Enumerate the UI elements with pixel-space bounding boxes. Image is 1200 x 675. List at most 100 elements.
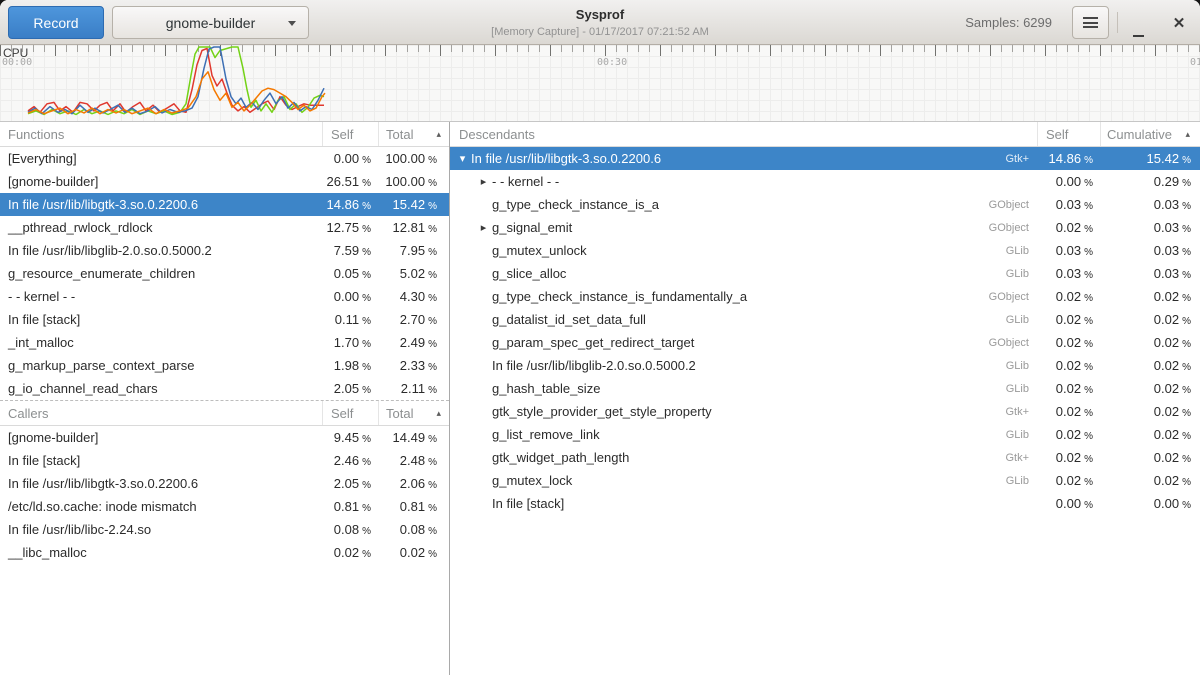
column-header-functions[interactable]: Functions xyxy=(0,122,322,146)
function-name: [Everything] xyxy=(0,151,322,166)
tree-row[interactable]: In file [stack]0.00%0.00% xyxy=(450,492,1200,515)
table-row[interactable]: __libc_malloc0.02%0.02% xyxy=(0,541,449,564)
column-header-self[interactable]: Self xyxy=(322,122,378,146)
table-row[interactable]: _int_malloc1.70%2.49% xyxy=(0,331,449,354)
target-select-button[interactable]: gnome-builder xyxy=(112,6,309,39)
minimize-button[interactable] xyxy=(1126,0,1150,45)
table-row[interactable]: - - kernel - -0.00%4.30% xyxy=(0,285,449,308)
self-percent: 14.86% xyxy=(1037,151,1100,166)
function-name: g_resource_enumerate_children xyxy=(0,266,322,281)
table-row[interactable]: In file /usr/lib/libgtk-3.so.0.2200.614.… xyxy=(0,193,449,216)
total-percent: 7.95% xyxy=(378,243,449,258)
table-row[interactable]: [gnome-builder]26.51%100.00% xyxy=(0,170,449,193)
library-category-label: GLib xyxy=(1006,475,1037,487)
tree-row[interactable]: In file /usr/lib/libglib-2.0.so.0.5000.2… xyxy=(450,354,1200,377)
column-header-total[interactable]: Total ▴ xyxy=(378,122,449,146)
tree-row[interactable]: gtk_widget_path_lengthGtk+0.02%0.02% xyxy=(450,446,1200,469)
tree-row[interactable]: gtk_style_provider_get_style_propertyGtk… xyxy=(450,400,1200,423)
table-row[interactable]: In file [stack]2.46%2.48% xyxy=(0,449,449,472)
self-percent: 0.02% xyxy=(1037,220,1100,235)
cumulative-percent: 0.29% xyxy=(1100,174,1200,189)
tree-row[interactable]: g_mutex_unlockGLib0.03%0.03% xyxy=(450,239,1200,262)
total-percent: 100.00% xyxy=(378,151,449,166)
time-axis-label: 00:00 xyxy=(2,57,32,68)
library-category-label: GLib xyxy=(1006,429,1037,441)
expand-icon[interactable]: ▸ xyxy=(475,221,492,234)
self-percent: 1.98% xyxy=(322,358,378,373)
table-row[interactable]: In file /usr/lib/libgtk-3.so.0.2200.62.0… xyxy=(0,472,449,495)
self-percent: 0.00% xyxy=(1037,496,1100,511)
close-button[interactable]: ✕ xyxy=(1164,0,1194,45)
cumulative-percent: 0.00% xyxy=(1100,496,1200,511)
tree-row[interactable]: g_type_check_instance_is_aGObject0.03%0.… xyxy=(450,193,1200,216)
cumulative-percent: 0.03% xyxy=(1100,243,1200,258)
library-category-label: GObject xyxy=(989,291,1037,303)
table-row[interactable]: g_io_channel_read_chars2.05%2.11% xyxy=(0,377,449,400)
table-row[interactable]: /etc/ld.so.cache: inode mismatch0.81%0.8… xyxy=(0,495,449,518)
cumulative-percent: 0.03% xyxy=(1100,197,1200,212)
menu-button[interactable] xyxy=(1072,6,1109,39)
total-percent: 2.11% xyxy=(378,381,449,396)
self-percent: 0.00% xyxy=(322,289,378,304)
tree-row[interactable]: g_list_remove_linkGLib0.02%0.02% xyxy=(450,423,1200,446)
table-row[interactable]: __pthread_rwlock_rdlock12.75%12.81% xyxy=(0,216,449,239)
record-button[interactable]: Record xyxy=(8,6,104,39)
tree-row[interactable]: g_mutex_lockGLib0.02%0.02% xyxy=(450,469,1200,492)
table-row[interactable]: g_resource_enumerate_children0.05%5.02% xyxy=(0,262,449,285)
self-percent: 0.02% xyxy=(1037,381,1100,396)
tree-row[interactable]: g_hash_table_sizeGLib0.02%0.02% xyxy=(450,377,1200,400)
library-category-label: GLib xyxy=(1006,360,1037,372)
cumulative-percent: 0.02% xyxy=(1100,404,1200,419)
library-category-label: Gtk+ xyxy=(1005,153,1037,165)
cumulative-percent: 0.02% xyxy=(1100,427,1200,442)
tree-row[interactable]: g_datalist_id_set_data_fullGLib0.02%0.02… xyxy=(450,308,1200,331)
window-title: Sysprof xyxy=(320,7,880,22)
cumulative-percent: 0.02% xyxy=(1100,312,1200,327)
library-category-label: GLib xyxy=(1006,268,1037,280)
caller-name: [gnome-builder] xyxy=(0,430,322,445)
cumulative-percent: 0.02% xyxy=(1100,358,1200,373)
self-percent: 0.03% xyxy=(1037,197,1100,212)
total-percent: 4.30% xyxy=(378,289,449,304)
descendant-name: g_mutex_unlock xyxy=(492,243,1006,258)
close-icon: ✕ xyxy=(1173,15,1186,32)
collapse-icon[interactable]: ▾ xyxy=(454,152,471,165)
descendants-tree: ▾In file /usr/lib/libgtk-3.so.0.2200.6Gt… xyxy=(450,147,1200,515)
column-header-descendants[interactable]: Descendants xyxy=(450,122,1037,146)
column-header-self[interactable]: Self xyxy=(322,401,378,425)
tree-row[interactable]: g_type_check_instance_is_fundamentally_a… xyxy=(450,285,1200,308)
cumulative-percent: 0.02% xyxy=(1100,450,1200,465)
tree-row[interactable]: ▸g_signal_emitGObject0.02%0.03% xyxy=(450,216,1200,239)
table-row[interactable]: [gnome-builder]9.45%14.49% xyxy=(0,426,449,449)
total-percent: 14.49% xyxy=(378,430,449,445)
self-percent: 0.00% xyxy=(322,151,378,166)
cumulative-percent: 15.42% xyxy=(1100,151,1200,166)
tree-row[interactable]: ▸- - kernel - -0.00%0.29% xyxy=(450,170,1200,193)
table-row[interactable]: In file /usr/lib/libc-2.24.so0.08%0.08% xyxy=(0,518,449,541)
column-header-self[interactable]: Self xyxy=(1037,122,1100,146)
column-header-total-label: Total xyxy=(386,406,413,421)
tree-row[interactable]: g_slice_allocGLib0.03%0.03% xyxy=(450,262,1200,285)
series-cpu-red xyxy=(28,48,324,112)
self-percent: 0.03% xyxy=(1037,243,1100,258)
column-header-total[interactable]: Total ▴ xyxy=(378,401,449,425)
self-percent: 0.02% xyxy=(1037,473,1100,488)
series-cpu-blue xyxy=(28,47,324,114)
table-row[interactable]: In file /usr/lib/libglib-2.0.so.0.5000.2… xyxy=(0,239,449,262)
tree-row[interactable]: ▾In file /usr/lib/libgtk-3.so.0.2200.6Gt… xyxy=(450,147,1200,170)
table-row[interactable]: [Everything]0.00%100.00% xyxy=(0,147,449,170)
library-category-label: Gtk+ xyxy=(1005,406,1037,418)
self-percent: 0.05% xyxy=(322,266,378,281)
descendant-name: g_list_remove_link xyxy=(492,427,1006,442)
cpu-graph[interactable]: CPU 00:0000:3001:00 xyxy=(0,45,1200,122)
total-percent: 5.02% xyxy=(378,266,449,281)
descendant-name: In file /usr/lib/libgtk-3.so.0.2200.6 xyxy=(471,151,1005,166)
minimize-icon xyxy=(1133,35,1144,37)
tree-row[interactable]: g_param_spec_get_redirect_targetGObject0… xyxy=(450,331,1200,354)
descendant-name: In file /usr/lib/libglib-2.0.so.0.5000.2 xyxy=(492,358,1006,373)
expand-icon[interactable]: ▸ xyxy=(475,175,492,188)
column-header-cumulative[interactable]: Cumulative ▴ xyxy=(1100,122,1200,146)
column-header-callers[interactable]: Callers xyxy=(0,401,322,425)
table-row[interactable]: In file [stack]0.11%2.70% xyxy=(0,308,449,331)
table-row[interactable]: g_markup_parse_context_parse1.98%2.33% xyxy=(0,354,449,377)
